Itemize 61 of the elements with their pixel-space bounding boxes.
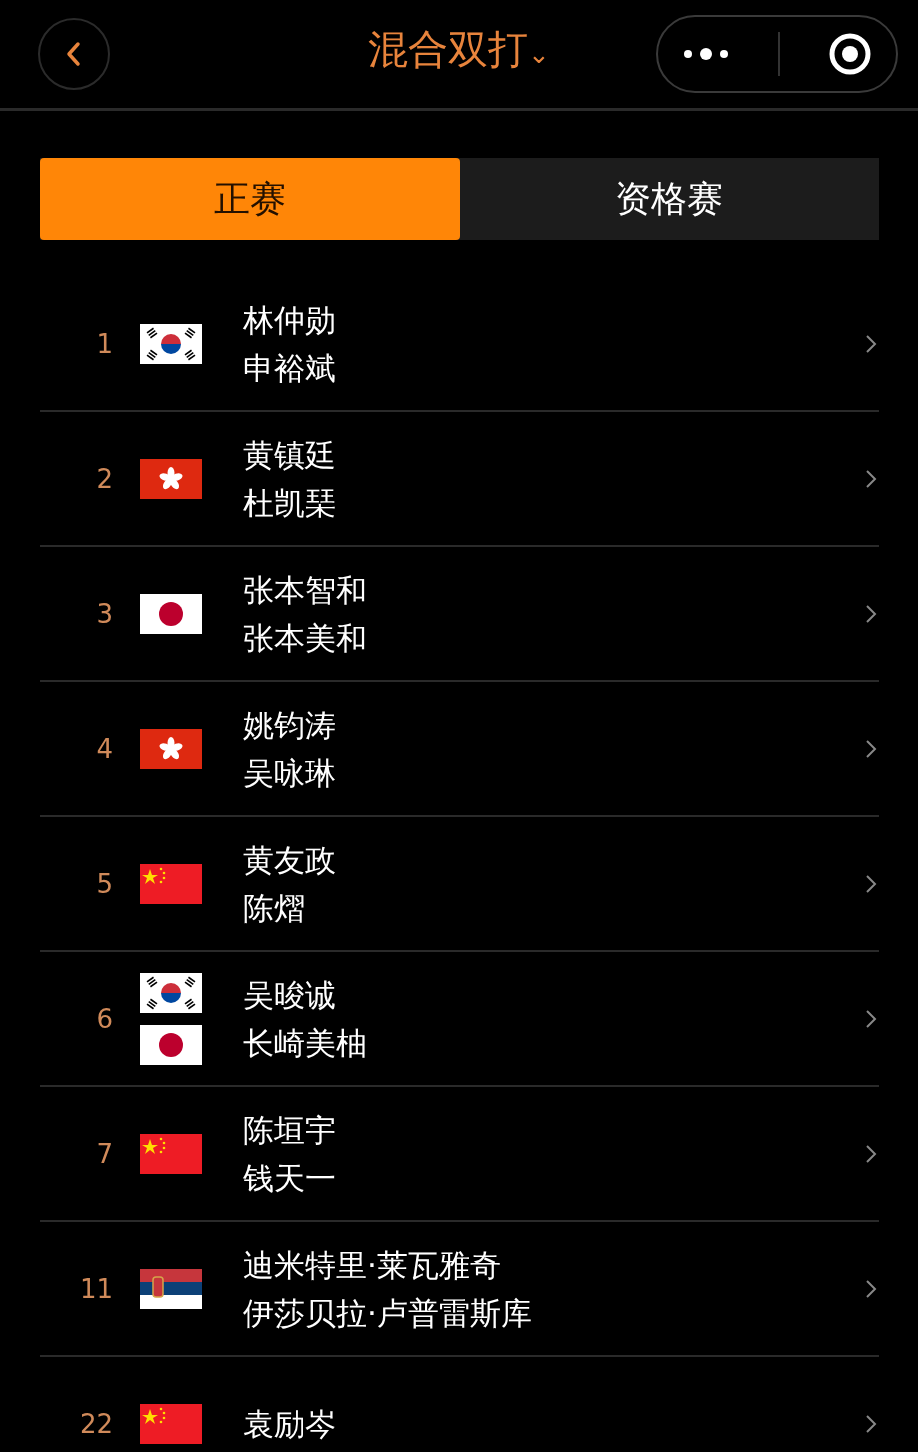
- chevron-icon: [865, 873, 877, 894]
- page-title[interactable]: 混合双打: [368, 26, 529, 72]
- player-name: 吴晙诚: [243, 975, 337, 1015]
- ranking-row[interactable]: 6 吴晙诚 长崎美柚: [40, 952, 879, 1087]
- flag-icon: [140, 1133, 202, 1174]
- back-icon: [65, 41, 83, 67]
- caret-icon[interactable]: ⌄: [528, 39, 550, 69]
- flag-icon: [140, 728, 202, 769]
- chevron-icon: [865, 1008, 877, 1029]
- ranking-row[interactable]: 7 陈垣宇 钱天一: [40, 1087, 879, 1222]
- flag-icon: [140, 972, 202, 1013]
- player-name: 钱天一: [243, 1158, 337, 1198]
- chevron-icon: [865, 1278, 877, 1299]
- flag-icon: [140, 593, 202, 634]
- player-name: 杜凯琹: [243, 483, 337, 523]
- chevron-icon: [865, 1413, 877, 1434]
- rank-number: 22: [78, 1408, 114, 1439]
- ranking-row[interactable]: 22 袁励岑: [40, 1357, 879, 1452]
- flag-icon: [140, 323, 202, 364]
- chevron-icon: [865, 333, 877, 354]
- flag-icon: [140, 1403, 202, 1444]
- rank-number: 4: [95, 733, 114, 764]
- ranking-row[interactable]: 2 黄镇廷 杜凯琹: [40, 412, 879, 547]
- ranking-row[interactable]: 5 黄友政 陈熠: [40, 817, 879, 952]
- close-target-icon[interactable]: [828, 32, 872, 76]
- tab[interactable]: 资格赛: [459, 158, 879, 240]
- chevron-icon: [865, 468, 877, 489]
- rank-number: 11: [78, 1273, 114, 1304]
- player-name: 黄友政: [243, 840, 337, 880]
- player-name: 伊莎贝拉·卢普雷斯库: [243, 1293, 533, 1333]
- player-name: 张本美和: [243, 618, 368, 658]
- more-icon[interactable]: [682, 47, 730, 61]
- rank-number: 5: [95, 868, 114, 899]
- player-name: 陈熠: [243, 888, 306, 928]
- player-name: 张本智和: [243, 570, 368, 610]
- chevron-icon: [865, 738, 877, 759]
- ranking-row[interactable]: 3 张本智和 张本美和: [40, 547, 879, 682]
- player-name: 吴咏琳: [243, 753, 337, 793]
- chevron-icon: [865, 603, 877, 624]
- player-name: 林仲勋: [243, 300, 337, 340]
- flag-icon: [140, 458, 202, 499]
- player-name: 长崎美柚: [243, 1023, 368, 1063]
- player-name: 袁励岑: [243, 1404, 337, 1444]
- rank-number: 3: [95, 598, 114, 629]
- rank-number: 2: [95, 463, 114, 494]
- player-name: 迪米特里·莱瓦雅奇: [243, 1245, 502, 1285]
- flag-icon: [140, 863, 202, 904]
- rank-number: 6: [95, 1003, 114, 1034]
- player-name: 黄镇廷: [243, 435, 337, 475]
- player-name: 陈垣宇: [243, 1110, 337, 1150]
- rank-number: 1: [95, 328, 114, 359]
- ranking-row[interactable]: 11 迪米特里·莱瓦雅奇 伊莎贝拉·卢普雷斯库: [40, 1222, 879, 1357]
- tab[interactable]: 正赛: [40, 158, 460, 240]
- ranking-row[interactable]: 4 姚钧涛 吴咏琳: [40, 682, 879, 817]
- player-name: 姚钧涛: [243, 705, 337, 745]
- rank-number: 7: [95, 1138, 114, 1169]
- ranking-row[interactable]: 1 林仲勋 申裕斌: [40, 277, 879, 412]
- chevron-icon: [865, 1143, 877, 1164]
- player-name: 申裕斌: [243, 348, 337, 388]
- flag-icon: [140, 1268, 202, 1309]
- flag-icon: [140, 1024, 202, 1065]
